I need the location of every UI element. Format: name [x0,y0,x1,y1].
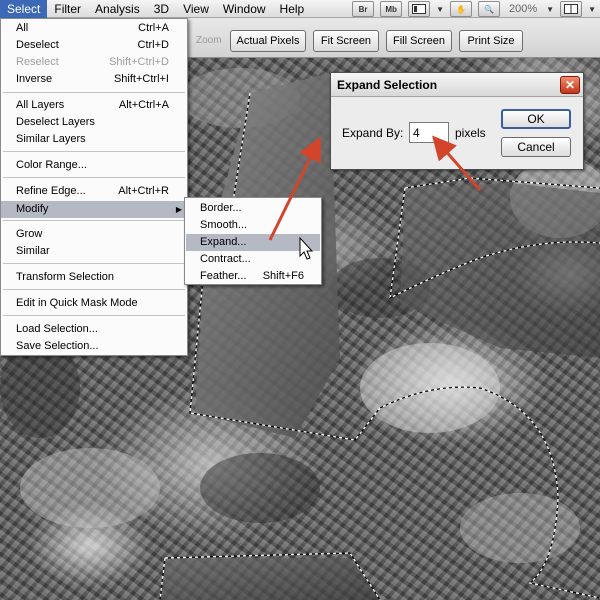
menu-separator [3,92,185,93]
menu-window[interactable]: Window [216,0,273,18]
menu-item-deselect[interactable]: Deselect Ctrl+D [1,37,187,54]
menu-item-label: Similar [16,245,50,257]
menu-item-label: Save Selection... [16,340,99,352]
menu-separator [3,177,185,178]
menu-item-all-layers[interactable]: All Layers Alt+Ctrl+A [1,97,187,114]
menu-item-all[interactable]: All Ctrl+A [1,20,187,37]
shortcut-label: Shift+Ctrl+D [109,56,169,68]
chevron-down-icon[interactable]: ▼ [436,5,444,14]
menu-item-color-range[interactable]: Color Range... [1,157,187,174]
menu-item-label: Grow [16,228,43,240]
menu-item-label: All Layers [16,99,65,111]
view-extras-icon[interactable] [408,1,431,17]
menu-help[interactable]: Help [273,0,312,18]
mini-bridge-button[interactable]: Mb [380,1,403,17]
print-size-button[interactable]: Print Size [459,30,523,52]
zoom-tool-icon[interactable]: 🔍 [478,1,501,17]
menu-item-label: Expand... [200,236,247,248]
menu-item-label: Contract... [200,253,251,265]
modify-submenu: Border... Smooth... Expand... Contract..… [184,197,322,285]
select-menu: All Ctrl+A Deselect Ctrl+D Reselect Shift+C… [0,18,188,356]
menu-item-inverse[interactable]: Inverse Shift+Ctrl+I [1,71,187,88]
shortcut-label: Alt+Ctrl+A [118,99,169,111]
menu-item-save-selection[interactable]: Save Selection... [1,338,187,355]
hand-tool-icon[interactable]: ✋ [450,1,473,17]
menu-item-transform-selection[interactable]: Transform Selection [1,269,187,286]
menu-item-label: Inverse [16,73,53,85]
menu-separator [3,220,185,221]
menu-item-label: Deselect Layers [16,116,95,128]
expand-by-input[interactable] [409,122,449,143]
menu-item-label: Color Range... [16,159,87,171]
bridge-button[interactable]: Br [352,1,375,17]
arrange-documents-icon[interactable] [560,1,583,17]
menu-item-reselect: Reselect Shift+Ctrl+D [1,54,187,71]
menu-item-quick-mask[interactable]: Edit in Quick Mask Mode [1,295,187,312]
menu-item-label: Edit in Quick Mask Mode [16,297,138,309]
submenu-arrow-icon: ▶ [175,205,182,214]
menu-item-label: Transform Selection [16,271,115,283]
menu-select[interactable]: Select [0,0,48,18]
submenu-item-smooth[interactable]: Smooth... [186,217,320,234]
menu-item-similar[interactable]: Similar [1,243,187,260]
application-bar-tools: Br Mb ▼ ✋ 🔍 200% ▼ ▼ [352,0,600,18]
menu-item-label: Deselect [16,39,59,51]
fit-screen-button[interactable]: Fit Screen [313,30,379,52]
menu-item-label: Similar Layers [16,133,86,145]
menu-item-similar-layers[interactable]: Similar Layers [1,131,187,148]
menu-item-label: Feather... [200,270,247,282]
menu-item-modify[interactable]: Modify ▶ [1,201,187,218]
zoom-all-windows-label: Zoom [196,35,222,46]
submenu-item-expand[interactable]: Expand... [186,234,320,251]
menu-item-refine-edge[interactable]: Refine Edge... Alt+Ctrl+R [1,183,187,200]
menu-bar: Select Filter Analysis 3D View Window He… [0,0,600,18]
menu-item-grow[interactable]: Grow [1,226,187,243]
zoom-level[interactable]: 200% [506,3,540,15]
chevron-down-icon[interactable]: ▼ [588,5,596,14]
shortcut-label: Shift+Ctrl+I [113,73,169,85]
dialog-title-bar[interactable]: Expand Selection [331,73,583,97]
menu-item-label: All [16,22,29,34]
menu-separator [3,315,185,316]
cancel-button[interactable]: Cancel [501,137,571,157]
menu-filter[interactable]: Filter [47,0,88,18]
menu-item-label: Refine Edge... [16,185,86,197]
submenu-item-contract[interactable]: Contract... [186,251,320,268]
menu-view[interactable]: View [176,0,216,18]
menu-item-label: Border... [200,202,242,214]
menu-item-label: Load Selection... [16,323,98,335]
menu-analysis[interactable]: Analysis [88,0,147,18]
shortcut-label: Alt+Ctrl+R [118,185,169,197]
menu-separator [3,289,185,290]
submenu-item-feather[interactable]: Feather... Shift+F6 [186,268,320,285]
shortcut-label: Ctrl+A [138,22,169,34]
menu-separator [3,151,185,152]
shortcut-label: Shift+F6 [262,270,304,282]
menu-item-load-selection[interactable]: Load Selection... [1,321,187,338]
actual-pixels-button[interactable]: Actual Pixels [230,30,306,52]
shortcut-label: Ctrl+D [137,39,169,51]
menu-3d[interactable]: 3D [147,0,176,18]
ok-button[interactable]: OK [501,109,571,129]
menu-item-deselect-layers[interactable]: Deselect Layers [1,114,187,131]
menu-item-label: Smooth... [200,219,248,231]
dialog-title: Expand Selection [337,78,438,92]
submenu-item-border[interactable]: Border... [186,200,320,217]
menu-separator [3,263,185,264]
chevron-down-icon[interactable]: ▼ [546,5,554,14]
menu-item-label: Reselect [16,56,59,68]
pixels-unit-label: pixels [455,126,486,140]
close-icon[interactable]: ✕ [560,76,580,94]
menu-item-label: Modify [16,203,49,215]
expand-selection-dialog: Expand Selection ✕ Expand By: pixels OK … [330,72,584,170]
expand-by-label: Expand By: [342,126,404,140]
fill-screen-button[interactable]: Fill Screen [386,30,452,52]
